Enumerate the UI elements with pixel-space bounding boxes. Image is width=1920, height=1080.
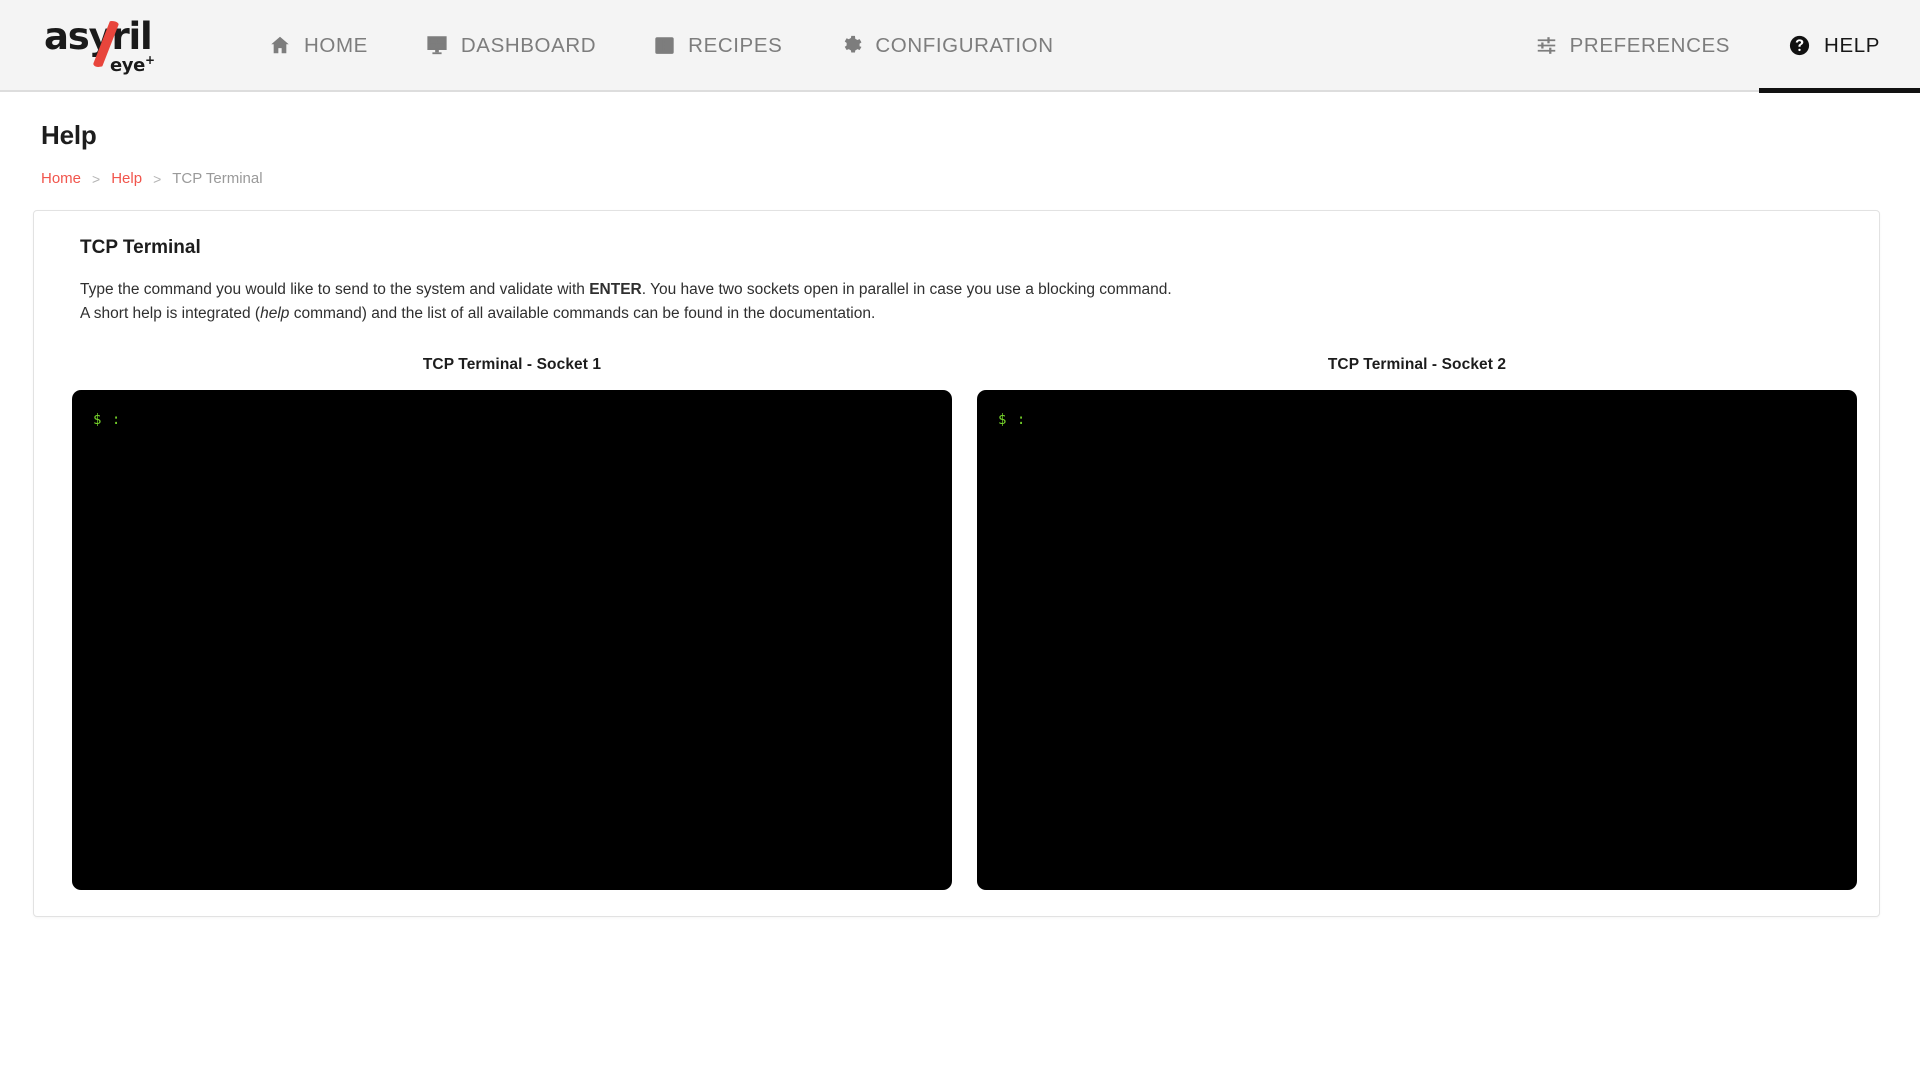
terminal-socket-2-prompt: $ : (998, 412, 1857, 428)
primary-nav-group: HOME DASHBOARD (240, 0, 1083, 91)
monitor-icon (426, 34, 448, 56)
desc-line2-text-after: command) and the list of all available c… (289, 305, 875, 322)
desc-line1-text-after: . You have two sockets open in parallel … (642, 281, 1172, 298)
nav-item-dashboard-label: DASHBOARD (461, 34, 596, 57)
brand-logo[interactable]: asyril eye+ (38, 15, 188, 75)
desc-line1-enter-keyword: ENTER (589, 281, 642, 298)
nav-item-help[interactable]: HELP (1759, 0, 1920, 91)
nav-item-recipes[interactable]: RECIPES (625, 0, 811, 91)
brand-logo-subtitle: eye+ (110, 53, 155, 76)
top-navigation-bar: asyril eye+ HOME DASHBOARD (0, 0, 1920, 92)
breadcrumb-item-home[interactable]: Home (41, 170, 81, 187)
nav-item-configuration[interactable]: CONFIGURATION (811, 0, 1082, 91)
nav-item-preferences-label: PREFERENCES (1570, 34, 1730, 57)
terminal-socket-1-heading: TCP Terminal - Socket 1 (72, 356, 952, 374)
nav-item-home[interactable]: HOME (240, 0, 397, 91)
nav-item-dashboard[interactable]: DASHBOARD (397, 0, 625, 91)
nav-item-home-label: HOME (304, 34, 368, 57)
nav-item-configuration-label: CONFIGURATION (875, 34, 1053, 57)
help-circle-icon (1788, 34, 1811, 57)
desc-line1-text-before: Type the command you would like to send … (80, 281, 589, 298)
terminal-socket-2-heading: TCP Terminal - Socket 2 (977, 356, 1857, 374)
sliders-icon (1536, 35, 1557, 56)
breadcrumb-item-current: TCP Terminal (172, 170, 262, 187)
brand-logo-name: asyril (44, 17, 152, 57)
home-icon (269, 34, 291, 56)
terminal-socket-1-column: TCP Terminal - Socket 1 $ : (72, 356, 952, 890)
card-description-line-1: Type the command you would like to send … (80, 278, 1857, 302)
card-description-line-2: A short help is integrated (help command… (80, 302, 1857, 326)
tcp-terminal-card: TCP Terminal Type the command you would … (33, 210, 1880, 917)
breadcrumb-separator: > (153, 171, 161, 187)
nav-item-preferences[interactable]: PREFERENCES (1507, 0, 1759, 91)
gear-icon (840, 34, 862, 56)
secondary-nav-group: PREFERENCES HELP (1507, 0, 1920, 91)
card-description: Type the command you would like to send … (57, 259, 1857, 326)
brand-logo-subtitle-text: eye (110, 55, 145, 76)
breadcrumb: Home > Help > TCP Terminal (0, 151, 1920, 187)
card-title: TCP Terminal (57, 237, 1857, 259)
terminal-socket-2-screen[interactable]: $ : (977, 390, 1857, 890)
nav-item-help-label: HELP (1824, 34, 1880, 57)
terminal-grid: TCP Terminal - Socket 1 $ : TCP Terminal… (57, 356, 1857, 890)
terminal-socket-1-screen[interactable]: $ : (72, 390, 952, 890)
page-title: Help (0, 120, 1920, 151)
breadcrumb-separator: > (92, 171, 100, 187)
page-content: Help Home > Help > TCP Terminal TCP Term… (0, 92, 1920, 917)
terminal-socket-1-prompt: $ : (93, 412, 952, 428)
book-icon (654, 35, 675, 56)
brand-logo-plus: + (145, 53, 155, 67)
desc-line2-text-before: A short help is integrated ( (80, 305, 260, 322)
breadcrumb-item-help[interactable]: Help (111, 170, 142, 187)
desc-line2-help-command: help (260, 305, 289, 322)
terminal-socket-2-column: TCP Terminal - Socket 2 $ : (977, 356, 1857, 890)
nav-item-recipes-label: RECIPES (688, 34, 782, 57)
